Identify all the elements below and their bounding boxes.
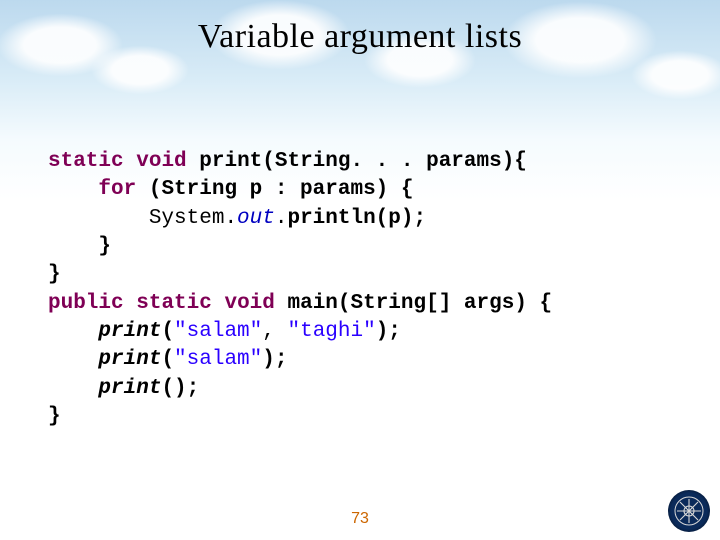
code-text: );	[262, 348, 287, 371]
code-block: static void print(String. . . params){ f…	[48, 148, 672, 431]
indent	[48, 235, 98, 258]
code-text: (	[161, 348, 174, 371]
code-text: System.	[149, 207, 237, 230]
keyword-static: static	[48, 150, 124, 173]
code-text: ,	[262, 320, 275, 343]
call-print: print	[98, 348, 161, 371]
string-literal: "salam"	[174, 320, 262, 343]
code-text: print(String. . . params){	[187, 150, 527, 173]
code-text: }	[48, 263, 61, 286]
string-literal: "taghi"	[287, 320, 375, 343]
string-literal: "salam"	[174, 348, 262, 371]
call-print: print	[98, 377, 161, 400]
keyword-void: void	[136, 150, 186, 173]
field-out: out	[237, 207, 275, 230]
indent	[48, 377, 98, 400]
page-number: 73	[0, 510, 720, 528]
code-text: .	[275, 207, 288, 230]
indent	[48, 348, 98, 371]
keyword-void: void	[224, 292, 274, 315]
indent	[48, 320, 98, 343]
code-text: );	[376, 320, 401, 343]
indent	[48, 178, 98, 201]
logo-icon	[674, 496, 704, 526]
code-text: println(p);	[287, 207, 426, 230]
code-text: (	[161, 320, 174, 343]
keyword-static: static	[136, 292, 212, 315]
indent	[48, 207, 149, 230]
code-text: }	[98, 235, 111, 258]
code-text: ();	[161, 377, 199, 400]
code-text: (String p : params) {	[136, 178, 413, 201]
call-print: print	[98, 320, 161, 343]
keyword-for: for	[98, 178, 136, 201]
code-text	[275, 320, 288, 343]
university-logo	[668, 490, 710, 532]
code-text: main(String[] args) {	[275, 292, 552, 315]
keyword-public: public	[48, 292, 124, 315]
slide-title: Variable argument lists	[0, 0, 720, 56]
code-text: }	[48, 405, 61, 428]
